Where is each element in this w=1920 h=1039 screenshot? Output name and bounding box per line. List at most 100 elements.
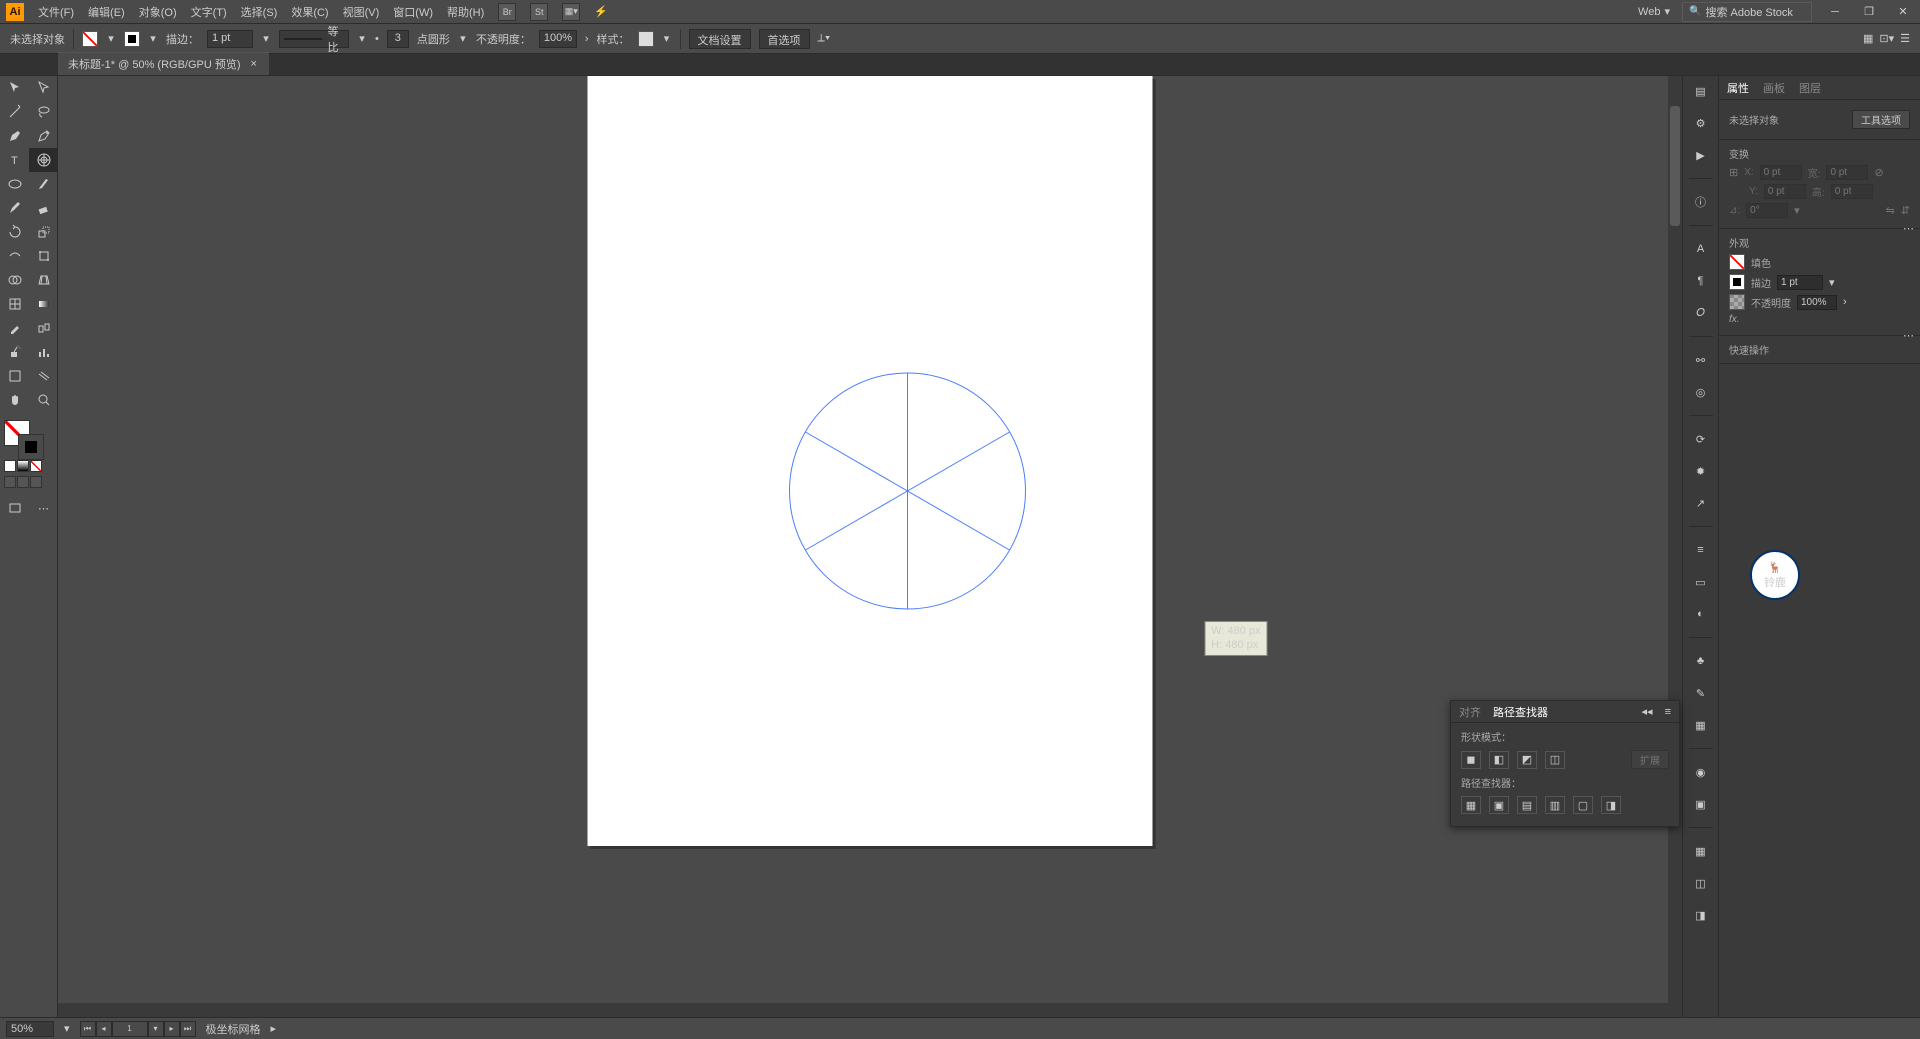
tab-layers[interactable]: 图层 (1799, 80, 1821, 96)
menu-file[interactable]: 文件(F) (38, 4, 74, 20)
perspective-tool[interactable] (29, 268, 58, 292)
zoom-tool[interactable] (29, 388, 58, 412)
outline-icon[interactable]: ▢ (1573, 796, 1593, 814)
unite-icon[interactable]: ◼ (1461, 751, 1481, 769)
links-icon[interactable]: ⚯ (1689, 349, 1713, 371)
draw-normal-icon[interactable] (4, 476, 16, 488)
polar-grid-tool[interactable] (29, 148, 58, 172)
gradient-tool[interactable] (29, 292, 58, 316)
stock-icon[interactable]: St (530, 3, 548, 21)
tool-options-button[interactable]: 工具选项 (1852, 110, 1910, 129)
column-graph-tool[interactable] (29, 340, 58, 364)
prev-artboard-icon[interactable]: ◂ (96, 1021, 112, 1037)
character-icon[interactable]: A (1689, 238, 1713, 260)
fill-stroke-proxy[interactable] (0, 418, 58, 458)
actions-icon[interactable]: ▶ (1689, 144, 1713, 166)
opacity-input[interactable]: 100% (539, 30, 577, 48)
fill-swatch[interactable] (82, 31, 98, 47)
blend-tool[interactable] (29, 316, 58, 340)
cc-icon[interactable]: ◎ (1689, 381, 1713, 403)
menu-type[interactable]: 文字(T) (191, 4, 227, 20)
appearance-stroke-input[interactable]: 1 pt (1777, 275, 1823, 290)
canvas-scrollbar-v[interactable] (1668, 76, 1682, 1017)
pencil-tool[interactable] (0, 196, 29, 220)
menu-effect[interactable]: 效果(C) (291, 4, 328, 20)
appearance-menu-icon[interactable]: ⋯ (1903, 329, 1914, 342)
window-close[interactable]: ✕ (1892, 5, 1914, 19)
artboards-dock-icon[interactable]: ◫ (1689, 872, 1713, 894)
tab-pathfinder[interactable]: 路径查找器 (1493, 704, 1548, 720)
artboard-dd[interactable]: ▾ (148, 1021, 164, 1037)
magic-wand-tool[interactable] (0, 100, 29, 124)
ellipse-tool[interactable] (0, 172, 29, 196)
edit-toolbar-icon[interactable]: ⋯ (29, 496, 58, 520)
merge-icon[interactable]: ▤ (1517, 796, 1537, 814)
expand-button[interactable]: 扩展 (1631, 750, 1669, 769)
properties-icon[interactable]: ▤ (1689, 80, 1713, 102)
paintbrush-tool[interactable] (29, 172, 58, 196)
width-tool[interactable] (0, 244, 29, 268)
y-input[interactable]: 0 pt (1764, 184, 1806, 199)
appearance-dock-icon[interactable]: ◉ (1689, 761, 1713, 783)
lasso-tool[interactable] (29, 100, 58, 124)
shape-builder-tool[interactable] (0, 268, 29, 292)
stroke-weight-input[interactable]: 1 pt (207, 30, 253, 48)
flip-h-icon[interactable]: ⇋ (1886, 204, 1895, 217)
canvas-scrollbar-h[interactable] (58, 1003, 1668, 1017)
transform-menu-icon[interactable]: ⋯ (1903, 222, 1914, 235)
swatches-icon[interactable]: ▦ (1689, 714, 1713, 736)
rotate-tool[interactable] (0, 220, 29, 244)
gradient-mode-icon[interactable] (17, 460, 29, 472)
isolate-icon[interactable]: ⊡▾ (1879, 32, 1894, 45)
artboard[interactable]: W: 480 px H: 480 px (588, 76, 1153, 846)
slice-tool[interactable] (29, 364, 58, 388)
arrange-docs-icon[interactable]: ▦▾ (562, 3, 580, 21)
asset-export-icon[interactable]: ▦ (1689, 840, 1713, 862)
preferences-button[interactable]: 首选项 (759, 29, 810, 49)
appearance-fill-swatch[interactable] (1729, 254, 1745, 270)
export-icon[interactable]: ↗ (1689, 492, 1713, 514)
zoom-dd[interactable]: ▾ (64, 1022, 70, 1035)
fx-button[interactable]: fx. (1729, 314, 1740, 325)
window-minimize[interactable]: ─ (1824, 5, 1846, 19)
profile-dd[interactable]: ▾ (357, 30, 367, 48)
graphic-styles-icon[interactable]: ▣ (1689, 793, 1713, 815)
menu-help[interactable]: 帮助(H) (447, 4, 484, 20)
exclude-icon[interactable]: ◫ (1545, 751, 1565, 769)
brushes-icon[interactable]: ✎ (1689, 682, 1713, 704)
w-input[interactable]: 0 pt (1826, 165, 1868, 180)
minus-back-icon[interactable]: ◨ (1601, 796, 1621, 814)
appearance-stroke-swatch[interactable] (1729, 274, 1745, 290)
selection-tool[interactable] (0, 76, 29, 100)
menu-window[interactable]: 窗口(W) (393, 4, 433, 20)
style-dd[interactable]: ▾ (662, 30, 672, 48)
opacity-flyout-icon[interactable]: › (1843, 296, 1847, 308)
stroke-weight-dd[interactable]: ▾ (261, 30, 271, 48)
polar-grid-shape[interactable] (788, 371, 1028, 611)
color-icon[interactable]: ✹ (1689, 460, 1713, 482)
workspace-switcher[interactable]: Web▾ (1638, 5, 1670, 18)
angle-input[interactable]: 0° (1746, 203, 1788, 218)
last-artboard-icon[interactable]: ⏭ (180, 1021, 196, 1037)
navigator-icon[interactable]: ⟳ (1689, 428, 1713, 450)
pathfinder-dock-icon[interactable]: ▭ (1689, 571, 1713, 593)
next-artboard-icon[interactable]: ▸ (164, 1021, 180, 1037)
appearance-opacity-swatch[interactable] (1729, 294, 1745, 310)
menu-view[interactable]: 视图(V) (343, 4, 380, 20)
stroke-dd[interactable]: ▾ (148, 30, 158, 48)
transform-panel-icon[interactable]: ▦ (1863, 32, 1873, 45)
stroke-profile[interactable]: 等比 (279, 30, 349, 48)
menu-select[interactable]: 选择(S) (241, 4, 278, 20)
paragraph-icon[interactable]: ¶ (1689, 270, 1713, 292)
artboard-number-input[interactable]: 1 (112, 1021, 148, 1037)
libraries-icon[interactable]: ⚙ (1689, 112, 1713, 134)
document-setup-button[interactable]: 文档设置 (689, 29, 751, 49)
list-icon[interactable]: ☰ (1900, 32, 1910, 45)
screen-mode-icon[interactable] (0, 496, 29, 520)
divide-icon[interactable]: ▦ (1461, 796, 1481, 814)
none-mode-icon[interactable] (30, 460, 42, 472)
style-swatch[interactable] (638, 31, 654, 47)
gpu-icon[interactable]: ⚡ (594, 5, 608, 18)
x-input[interactable]: 0 pt (1760, 165, 1802, 180)
symbols-icon[interactable]: ♣ (1689, 650, 1713, 672)
